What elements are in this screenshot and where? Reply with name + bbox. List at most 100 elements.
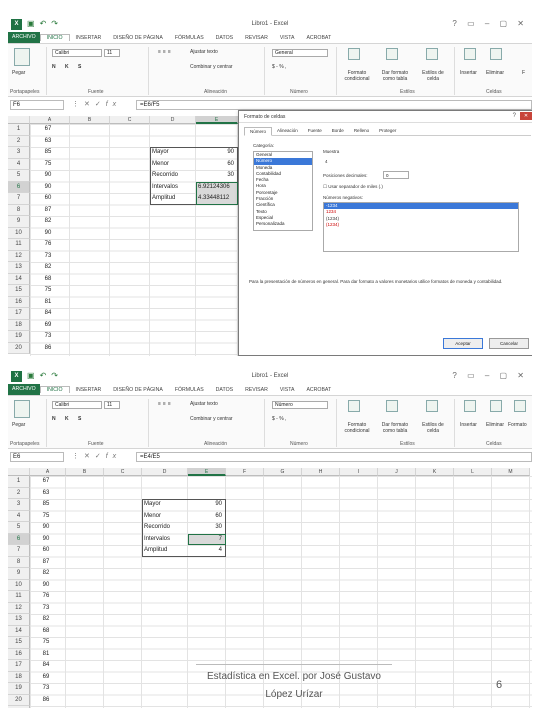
tab-acrobat[interactable]: ACROBAT [300, 35, 337, 41]
cell-a-value[interactable]: 85 [30, 499, 62, 511]
column-header[interactable]: E [196, 116, 238, 124]
cell-a-value[interactable]: 66 [30, 706, 62, 708]
column-header[interactable]: M [492, 468, 530, 476]
formula-icons[interactable]: ⋮✕✓fx [72, 100, 121, 108]
stat-label[interactable]: Mayor [144, 499, 186, 511]
dialog-tab-alineacion[interactable]: Alineación [272, 127, 303, 135]
row-header[interactable]: 12 [8, 602, 30, 614]
cell-styles-icon[interactable] [426, 400, 438, 412]
dialog-tab-proteger[interactable]: Proteger [374, 127, 401, 135]
cell-a-value[interactable]: 84 [30, 660, 62, 672]
row-header[interactable]: 19 [8, 331, 30, 343]
help-icon[interactable]: ? [513, 113, 516, 119]
thousands-checkbox[interactable]: ☐ Usar separador de miles (.) [323, 184, 383, 190]
window-controls[interactable]: ? ▭ – ▢ ✕ [452, 371, 528, 380]
select-all-corner[interactable] [8, 116, 30, 124]
merge-center-button[interactable]: Combinar y centrar [190, 416, 233, 422]
cell-a-value[interactable]: 85 [30, 147, 66, 159]
tab-revisar[interactable]: REVISAR [239, 35, 274, 41]
stat-label[interactable]: Amplitud [152, 193, 194, 205]
stat-label[interactable]: Menor [152, 159, 194, 171]
tab-inicio[interactable]: INICIO [39, 386, 70, 393]
font-name-select[interactable]: Calibri [52, 401, 102, 409]
formula-icons[interactable]: ⋮✕✓fx [72, 452, 121, 460]
cell-a-value[interactable]: 76 [30, 239, 66, 251]
tab-inicio[interactable]: INICIO [39, 34, 70, 41]
format-table-button[interactable]: Dar formato como tabla [376, 70, 414, 82]
column-header[interactable]: I [340, 468, 378, 476]
column-header[interactable]: B [66, 468, 104, 476]
row-header[interactable]: 18 [8, 319, 30, 331]
stat-value[interactable]: 90 [188, 499, 222, 511]
stat-label[interactable]: Intervalos [144, 534, 186, 546]
row-header[interactable]: 4 [8, 158, 30, 170]
stat-value[interactable]: 60 [188, 511, 222, 523]
stat-value[interactable]: 60 [196, 159, 234, 171]
decimals-spinner[interactable]: 0 [383, 171, 409, 179]
align-icons[interactable]: ≡≡≡ [158, 49, 173, 55]
cell-a-value[interactable]: 73 [30, 331, 66, 343]
tab-datos[interactable]: DATOS [210, 35, 239, 41]
insert-cells-button[interactable]: Insertar [460, 70, 477, 76]
row-header[interactable]: 7 [8, 545, 30, 557]
column-header[interactable]: H [302, 468, 340, 476]
negative-format-item[interactable]: (1234) [324, 222, 518, 228]
tab-diseno[interactable]: DISEÑO DE PÁGINA [107, 387, 169, 393]
row-header[interactable]: 16 [8, 296, 30, 308]
tab-archivo[interactable]: ARCHIVO [8, 384, 40, 395]
tab-insertar[interactable]: INSERTAR [70, 35, 108, 41]
cell-a-value[interactable]: 60 [30, 545, 62, 557]
cell-a-value[interactable]: 69 [30, 672, 62, 684]
row-header[interactable]: 7 [8, 193, 30, 205]
tab-archivo[interactable]: ARCHIVO [8, 32, 40, 43]
name-box[interactable]: E6 [10, 452, 64, 462]
cell-a-value[interactable]: 90 [30, 182, 66, 194]
row-header[interactable]: 10 [8, 227, 30, 239]
format-cells-button[interactable]: Formato [508, 422, 527, 428]
stat-label[interactable]: Mayor [152, 147, 194, 159]
conditional-format-icon[interactable] [348, 48, 360, 60]
row-header[interactable]: 13 [8, 614, 30, 626]
row-header[interactable]: 13 [8, 262, 30, 274]
font-size-select[interactable]: 11 [104, 401, 120, 409]
row-header[interactable]: 20 [8, 342, 30, 354]
row-header[interactable]: 12 [8, 250, 30, 262]
column-header[interactable]: G [264, 468, 302, 476]
row-header[interactable]: 1 [8, 124, 30, 136]
delete-cells-button[interactable]: Eliminar [486, 70, 504, 76]
row-header[interactable]: 6 [8, 533, 30, 545]
merge-center-button[interactable]: Combinar y centrar [190, 64, 233, 70]
cell-a-value[interactable]: 63 [30, 488, 62, 500]
stat-value[interactable]: 7 [188, 534, 222, 546]
tab-diseno[interactable]: DISEÑO DE PÁGINA [107, 35, 169, 41]
column-header[interactable]: B [70, 116, 110, 124]
cell-a-value[interactable]: 60 [30, 193, 66, 205]
row-header[interactable]: 5 [8, 522, 30, 534]
row-header[interactable]: 15 [8, 637, 30, 649]
row-header[interactable]: 2 [8, 487, 30, 499]
cell-a-value[interactable]: 75 [30, 285, 66, 297]
cell-a-value[interactable]: 73 [30, 683, 62, 695]
row-header[interactable]: 18 [8, 671, 30, 683]
stat-label[interactable]: Intervalos [152, 182, 194, 194]
row-header[interactable]: 10 [8, 579, 30, 591]
format-cells-button[interactable]: F [522, 70, 525, 76]
cell-a-value[interactable]: 73 [30, 603, 62, 615]
cell-styles-icon[interactable] [426, 48, 438, 60]
row-header[interactable]: 3 [8, 147, 30, 159]
number-format-select[interactable]: General [272, 49, 328, 57]
cell-a-value[interactable]: 86 [30, 695, 62, 707]
cell-a-value[interactable]: 90 [30, 170, 66, 182]
cell-a-value[interactable]: 90 [30, 580, 62, 592]
tab-revisar[interactable]: REVISAR [239, 387, 274, 393]
number-format-select[interactable]: Número [272, 401, 328, 409]
row-header[interactable]: 20 [8, 694, 30, 706]
row-header[interactable]: 1 [8, 476, 30, 488]
stat-label[interactable]: Recorrido [144, 522, 186, 534]
insert-cells-button[interactable]: Insertar [460, 422, 477, 428]
row-header[interactable]: 4 [8, 510, 30, 522]
stat-label[interactable]: Menor [144, 511, 186, 523]
conditional-format-button[interactable]: Formato condicional [340, 70, 374, 82]
number-format-icons[interactable]: $ - % , [272, 64, 286, 70]
cell-a-value[interactable]: 90 [30, 228, 66, 240]
